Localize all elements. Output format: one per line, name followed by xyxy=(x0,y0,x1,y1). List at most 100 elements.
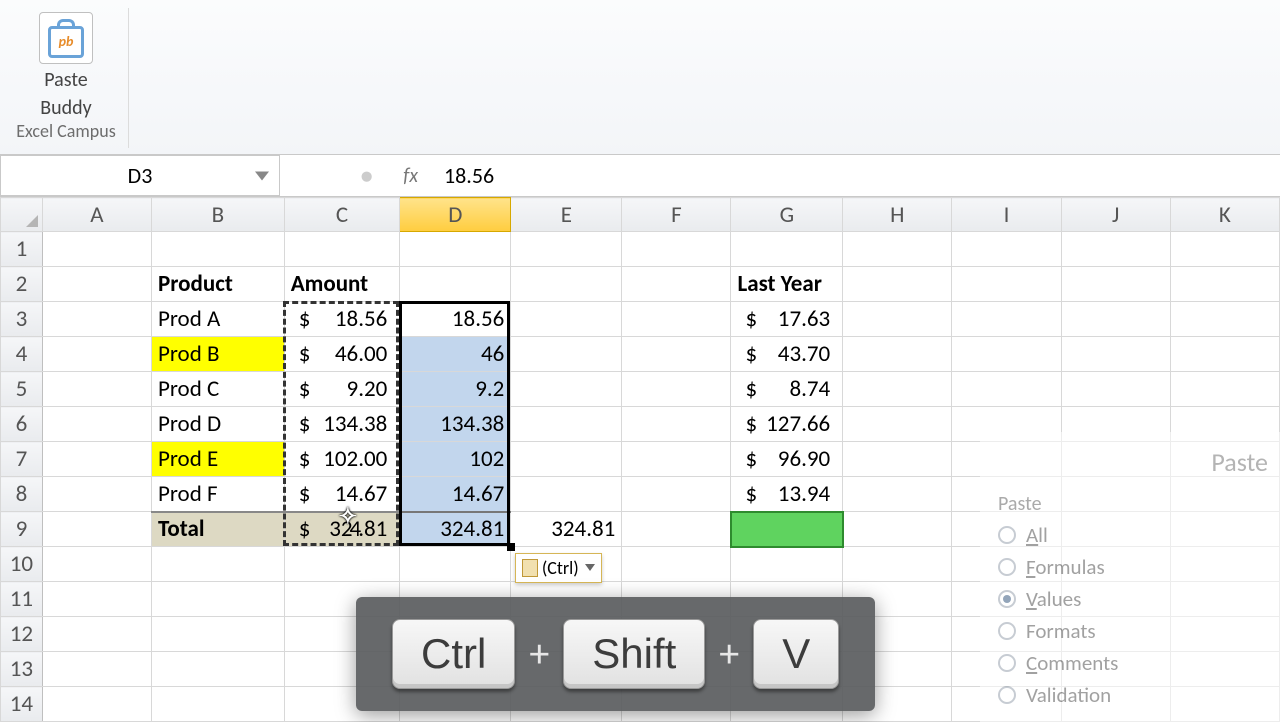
cell-C1[interactable] xyxy=(284,232,400,267)
cell-E8[interactable] xyxy=(511,477,622,512)
cell-A12[interactable] xyxy=(42,617,151,652)
cell-J1[interactable] xyxy=(1061,232,1170,267)
cell-H7[interactable] xyxy=(843,442,952,477)
cell-I4[interactable] xyxy=(952,337,1061,372)
row-header-2[interactable]: 2 xyxy=(1,267,43,302)
cell-C5[interactable]: $9.20 xyxy=(284,372,400,407)
cell-C10[interactable] xyxy=(284,547,400,582)
col-header-C[interactable]: C xyxy=(284,198,400,232)
cell-D10[interactable] xyxy=(400,547,511,582)
cell-B7[interactable]: Prod E xyxy=(152,442,285,477)
cell-B2[interactable]: Product xyxy=(152,267,285,302)
col-header-D[interactable]: D xyxy=(400,198,511,232)
cell-B6[interactable]: Prod D xyxy=(152,407,285,442)
fx-icon[interactable]: fx xyxy=(403,164,418,188)
cell-G9[interactable] xyxy=(731,512,843,547)
row-header-7[interactable]: 7 xyxy=(1,442,43,477)
cell-E5[interactable] xyxy=(511,372,622,407)
paste-special-panel[interactable]: Paste Paste AllFormulasValuesFormatsComm… xyxy=(980,432,1280,722)
cell-F1[interactable] xyxy=(622,232,731,267)
name-box[interactable]: D3 xyxy=(0,155,280,196)
cell-A8[interactable] xyxy=(42,477,151,512)
row-header-13[interactable]: 13 xyxy=(1,652,43,687)
cell-B14[interactable] xyxy=(152,687,285,722)
cell-D5[interactable]: 9.2 xyxy=(400,372,511,407)
cell-A1[interactable] xyxy=(42,232,151,267)
cell-D7[interactable]: 102 xyxy=(400,442,511,477)
cell-C2[interactable]: Amount xyxy=(284,267,400,302)
cell-A10[interactable] xyxy=(42,547,151,582)
cell-A13[interactable] xyxy=(42,652,151,687)
cell-D9[interactable]: 324.81 xyxy=(400,512,511,547)
cell-G10[interactable] xyxy=(731,547,843,582)
cell-A11[interactable] xyxy=(42,582,151,617)
cell-F6[interactable] xyxy=(622,407,731,442)
cell-I5[interactable] xyxy=(952,372,1061,407)
cell-G2[interactable]: Last Year xyxy=(731,267,843,302)
col-header-G[interactable]: G xyxy=(731,198,843,232)
cell-H9[interactable] xyxy=(843,512,952,547)
row-header-9[interactable]: 9 xyxy=(1,512,43,547)
cell-A3[interactable] xyxy=(42,302,151,337)
cell-A14[interactable] xyxy=(42,687,151,722)
cell-E6[interactable] xyxy=(511,407,622,442)
cell-F2[interactable] xyxy=(622,267,731,302)
cell-F9[interactable] xyxy=(622,512,731,547)
row-header-6[interactable]: 6 xyxy=(1,407,43,442)
cell-D2[interactable] xyxy=(400,267,511,302)
paste-options-button[interactable]: (Ctrl) xyxy=(515,553,602,583)
cell-I2[interactable] xyxy=(952,267,1061,302)
cell-A9[interactable] xyxy=(42,512,151,547)
cell-H4[interactable] xyxy=(843,337,952,372)
cell-K3[interactable] xyxy=(1170,302,1279,337)
cell-E3[interactable] xyxy=(511,302,622,337)
cell-G5[interactable]: $8.74 xyxy=(731,372,843,407)
cell-E4[interactable] xyxy=(511,337,622,372)
cell-H1[interactable] xyxy=(843,232,952,267)
cell-B8[interactable]: Prod F xyxy=(152,477,285,512)
col-header-B[interactable]: B xyxy=(152,198,285,232)
cell-B3[interactable]: Prod A xyxy=(152,302,285,337)
cell-H3[interactable] xyxy=(843,302,952,337)
fill-handle[interactable] xyxy=(507,543,515,551)
cell-F8[interactable] xyxy=(622,477,731,512)
cell-G6[interactable]: $127.66 xyxy=(731,407,843,442)
cell-A7[interactable] xyxy=(42,442,151,477)
cell-H5[interactable] xyxy=(843,372,952,407)
cell-D4[interactable]: 46 xyxy=(400,337,511,372)
row-header-5[interactable]: 5 xyxy=(1,372,43,407)
col-header-J[interactable]: J xyxy=(1061,198,1170,232)
cell-J5[interactable] xyxy=(1061,372,1170,407)
paste-option-formulas[interactable]: Formulas xyxy=(998,554,1276,580)
col-header-I[interactable]: I xyxy=(952,198,1061,232)
paste-option-values[interactable]: Values xyxy=(998,586,1276,612)
formula-input[interactable]: 18.56 xyxy=(430,155,1280,196)
cell-B4[interactable]: Prod B xyxy=(152,337,285,372)
ribbon-group-paste-buddy[interactable]: pb Paste Buddy Excel Campus xyxy=(4,8,129,148)
cell-G3[interactable]: $17.63 xyxy=(731,302,843,337)
row-header-11[interactable]: 11 xyxy=(1,582,43,617)
cell-D8[interactable]: 14.67 xyxy=(400,477,511,512)
cell-B1[interactable] xyxy=(152,232,285,267)
paste-option-all[interactable]: All xyxy=(998,522,1276,548)
cell-K1[interactable] xyxy=(1170,232,1279,267)
cell-K4[interactable] xyxy=(1170,337,1279,372)
chevron-down-icon[interactable] xyxy=(255,171,269,180)
worksheet[interactable]: ABCDEFGHIJK12ProductAmountLast Year3Prod… xyxy=(0,197,1280,722)
cell-B5[interactable]: Prod C xyxy=(152,372,285,407)
cell-D6[interactable]: 134.38 xyxy=(400,407,511,442)
row-header-1[interactable]: 1 xyxy=(1,232,43,267)
cell-G1[interactable] xyxy=(731,232,843,267)
cell-F7[interactable] xyxy=(622,442,731,477)
cell-G7[interactable]: $96.90 xyxy=(731,442,843,477)
cell-C9[interactable]: $324.81 xyxy=(284,512,400,547)
select-all-corner[interactable] xyxy=(1,198,43,232)
cell-B12[interactable] xyxy=(152,617,285,652)
cell-K5[interactable] xyxy=(1170,372,1279,407)
paste-option-validation[interactable]: Validation xyxy=(998,682,1276,708)
cell-J4[interactable] xyxy=(1061,337,1170,372)
cell-E1[interactable] xyxy=(511,232,622,267)
cell-E7[interactable] xyxy=(511,442,622,477)
cell-I3[interactable] xyxy=(952,302,1061,337)
cell-B11[interactable] xyxy=(152,582,285,617)
